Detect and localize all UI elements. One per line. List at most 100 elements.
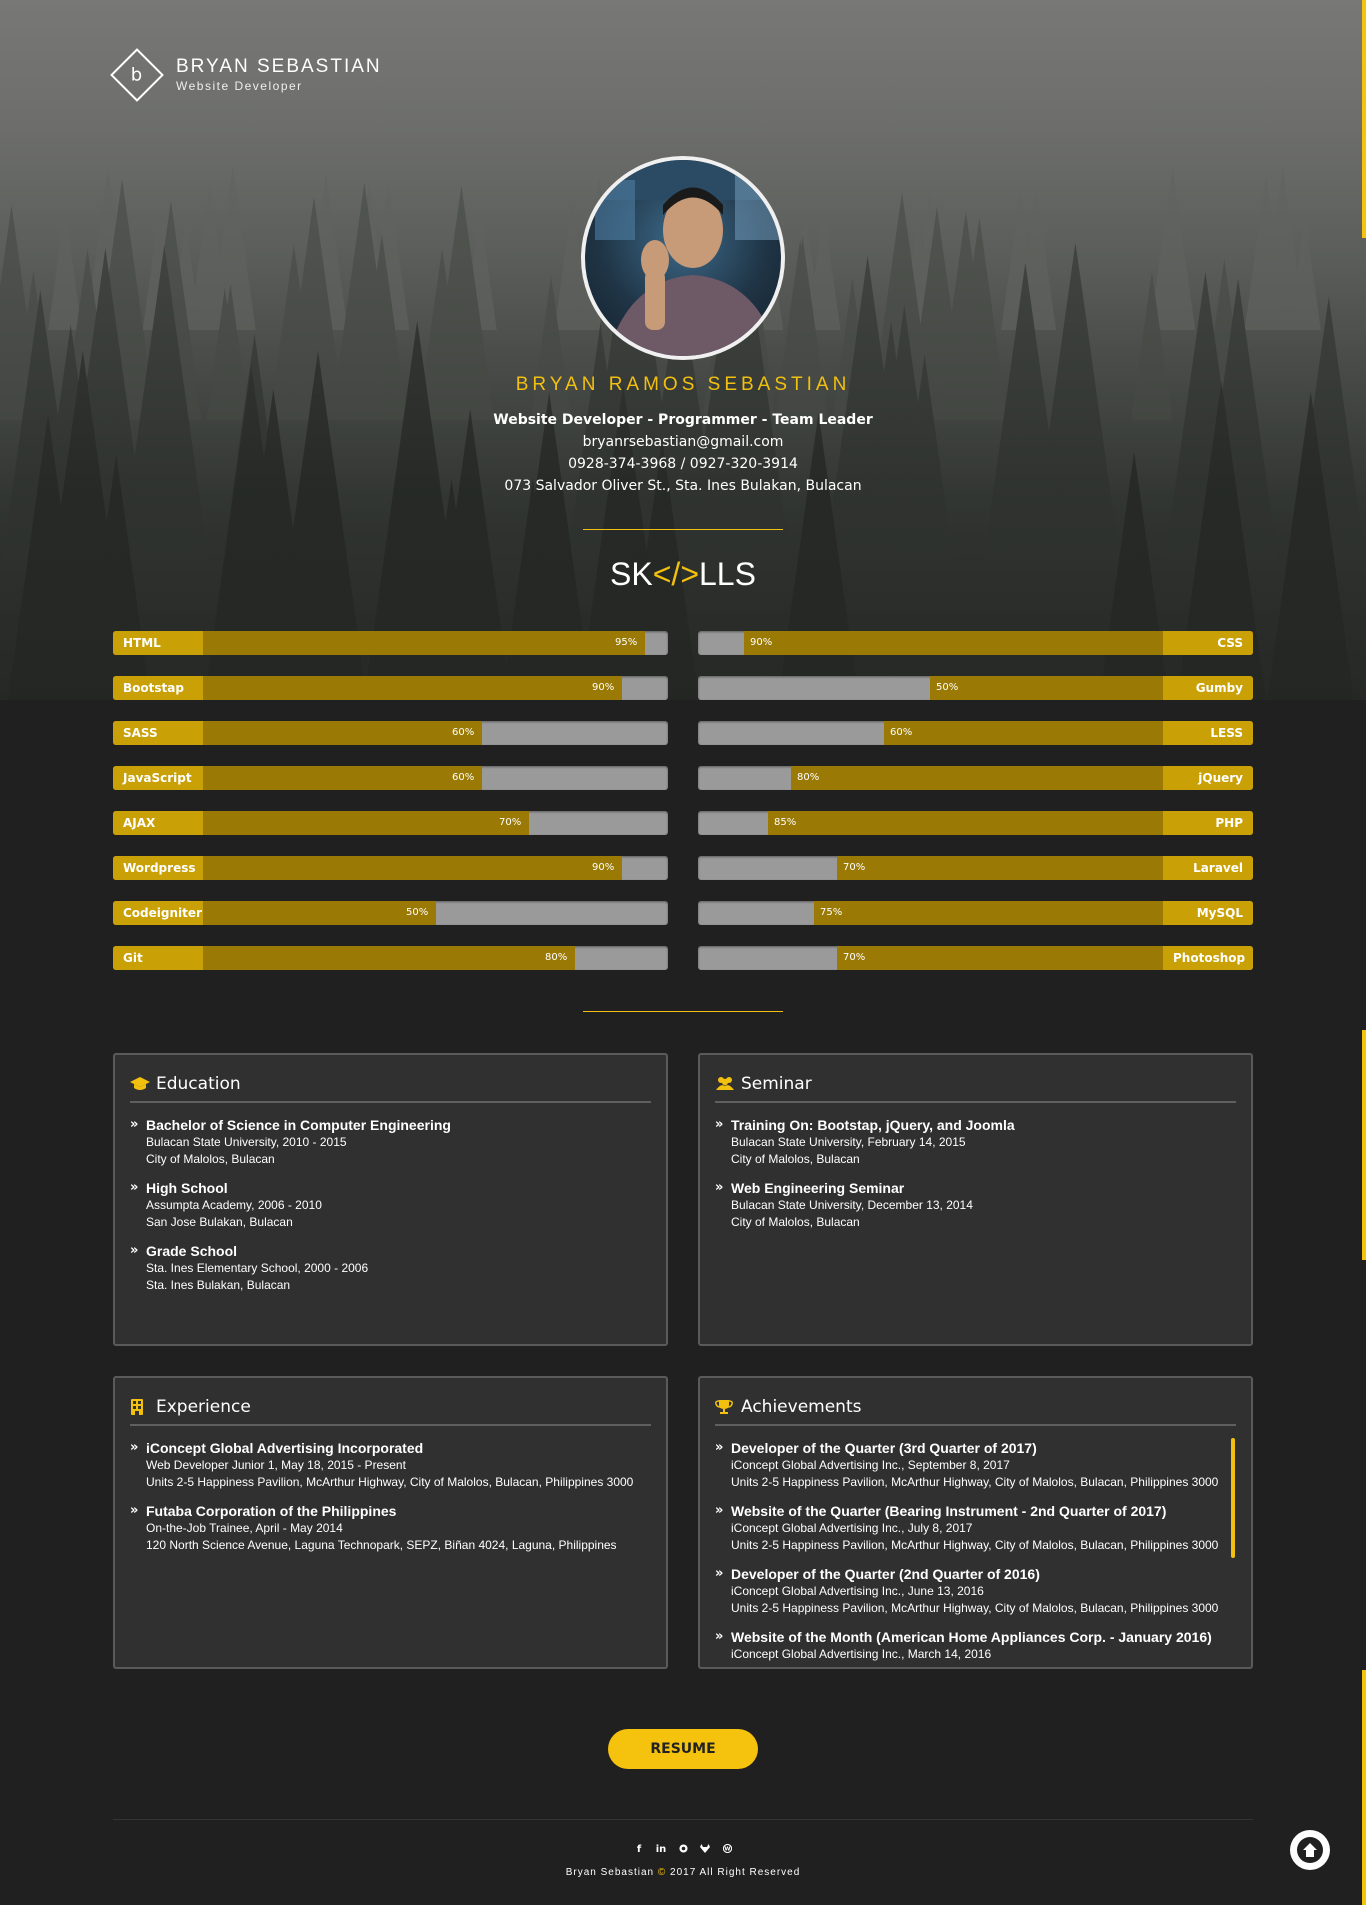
back-to-top-button[interactable]	[1290, 1830, 1330, 1870]
svg-text:W: W	[724, 1847, 730, 1853]
seminar-title: Seminar	[741, 1074, 812, 1094]
section-divider	[583, 529, 783, 530]
item-heading: Training On: Bootstap, jQuery, and Jooml…	[731, 1117, 1015, 1133]
skill-name: Photoshop	[1163, 946, 1253, 970]
list-item: » Website of the Month (American Home App…	[715, 1629, 1236, 1663]
item-heading: iConcept Global Advertising Incorporated	[146, 1440, 424, 1456]
github-icon[interactable]	[677, 1844, 689, 1856]
item-detail: Units 2-5 Happiness Pavilion, McArthur H…	[731, 1475, 1219, 1489]
skill-bar-php: PHP 85%	[698, 811, 1253, 835]
side-accent-bar	[1362, 0, 1366, 238]
list-item: » Web Engineering Seminar Bulacan State Un…	[715, 1180, 1236, 1231]
list-item: » iConcept Global Advertising Incorporate…	[130, 1440, 651, 1491]
skill-name: SASS	[113, 721, 203, 745]
item-detail: 120 North Science Avenue, Laguna Technop…	[146, 1538, 617, 1552]
item-detail: Units 2-5 Happiness Pavilion, McArthur H…	[731, 1601, 1219, 1615]
skill-bar-mysql: MySQL 75%	[698, 901, 1253, 925]
wordpress-icon[interactable]: W	[721, 1843, 733, 1856]
skill-percent: 70%	[499, 817, 522, 828]
item-detail: On-the-Job Trainee, April - May 2014	[146, 1521, 343, 1535]
skill-name: JavaScript	[113, 766, 203, 790]
logo-name: BRYAN SEBASTIAN	[176, 56, 382, 77]
building-icon	[130, 1397, 152, 1417]
item-heading: Web Engineering Seminar	[731, 1180, 905, 1196]
skill-bar-ajax: AJAX 70%	[113, 811, 668, 835]
list-item: » Bachelor of Science in Computer Enginee…	[130, 1117, 651, 1168]
profile-email[interactable]: bryanrsebastian@gmail.com	[0, 434, 1366, 450]
list-item: » Training On: Bootstap, jQuery, and Joom…	[715, 1117, 1236, 1168]
profile-title: Website Developer - Programmer - Team Le…	[493, 412, 873, 428]
double-chevron-right-icon: »	[715, 1117, 724, 1132]
skill-bar-jquery: jQuery 80%	[698, 766, 1253, 790]
skill-percent: 95%	[615, 637, 638, 648]
graduation-cap-icon	[130, 1074, 152, 1094]
skill-bar-css: CSS 90%	[698, 631, 1253, 655]
skill-percent: 90%	[750, 637, 773, 648]
users-icon	[715, 1074, 737, 1094]
skills-heading: SK</>LLS	[610, 556, 756, 592]
skill-percent: 90%	[592, 682, 615, 693]
item-detail: Sta. Ines Bulakan, Bulacan	[146, 1278, 291, 1292]
gitlab-icon[interactable]	[699, 1844, 711, 1856]
skill-percent: 50%	[936, 682, 959, 693]
item-heading: Grade School	[146, 1243, 238, 1259]
resume-button[interactable]: RESUME	[608, 1729, 758, 1769]
skill-name: MySQL	[1163, 901, 1253, 925]
facebook-icon[interactable]: f	[633, 1844, 645, 1856]
item-detail: Bulacan State University, December 13, 2…	[731, 1198, 973, 1212]
skill-name: AJAX	[113, 811, 203, 835]
skill-name: PHP	[1163, 811, 1253, 835]
list-item: » Website of the Quarter (Bearing Instrum…	[715, 1503, 1236, 1554]
footer-divider	[113, 1819, 1253, 1820]
skill-name: Gumby	[1163, 676, 1253, 700]
skill-percent: 60%	[890, 727, 913, 738]
copyright-text: Bryan Sebastian © 2017 All Right Reserve…	[565, 1867, 801, 1878]
logo-diamond-icon: b	[110, 48, 164, 102]
item-heading: Developer of the Quarter (2nd Quarter of…	[731, 1566, 1040, 1582]
double-chevron-right-icon: »	[715, 1440, 724, 1455]
education-card: Education » Bachelor of Science in Comput…	[113, 1053, 668, 1346]
double-chevron-right-icon: »	[715, 1503, 724, 1518]
side-accent-bar	[1362, 1030, 1366, 1260]
double-chevron-right-icon: »	[715, 1180, 724, 1195]
item-detail: iConcept Global Advertising Inc., June 1…	[731, 1584, 984, 1598]
double-chevron-right-icon: »	[130, 1503, 139, 1518]
skill-percent: 60%	[452, 727, 475, 738]
site-logo[interactable]: b BRYAN SEBASTIAN Website Developer	[110, 48, 382, 102]
skill-bar-less: LESS 60%	[698, 721, 1253, 745]
item-detail: Units 2-5 Happiness Pavilion, McArthur H…	[146, 1475, 634, 1489]
section-divider	[583, 1011, 783, 1012]
item-detail: Sta. Ines Elementary School, 2000 - 2006	[146, 1261, 369, 1275]
linkedin-icon[interactable]: in	[655, 1844, 667, 1856]
skill-percent: 80%	[545, 952, 568, 963]
skill-bar-photoshop: Photoshop 70%	[698, 946, 1253, 970]
achievements-scrollbar[interactable]	[1231, 1438, 1235, 1558]
profile-avatar	[581, 156, 785, 360]
skill-name: Laravel	[1163, 856, 1253, 880]
item-detail: City of Malolos, Bulacan	[731, 1215, 860, 1229]
skill-bar-sass: SASS 60%	[113, 721, 668, 745]
experience-card: Experience » iConcept Global Advertising …	[113, 1376, 668, 1669]
arrow-up-icon	[1297, 1837, 1323, 1863]
double-chevron-right-icon: »	[130, 1243, 139, 1258]
double-chevron-right-icon: »	[130, 1440, 139, 1455]
skill-bar-javascript: JavaScript 60%	[113, 766, 668, 790]
item-heading: High School	[146, 1180, 228, 1196]
item-detail: iConcept Global Advertising Inc., Septem…	[731, 1458, 1010, 1472]
item-heading: Futaba Corporation of the Philippines	[146, 1503, 397, 1519]
skill-name: LESS	[1163, 721, 1253, 745]
experience-title: Experience	[156, 1397, 251, 1417]
profile-full-name: BRYAN RAMOS SEBASTIAN	[515, 374, 851, 395]
list-item: » Developer of the Quarter (3rd Quarter o…	[715, 1440, 1236, 1491]
skill-bar-codeigniter: Codeigniter 50%	[113, 901, 668, 925]
skill-name: Git	[113, 946, 203, 970]
item-detail: City of Malolos, Bulacan	[731, 1152, 860, 1166]
skill-name: CSS	[1163, 631, 1253, 655]
item-detail: Bulacan State University, 2010 - 2015	[146, 1135, 347, 1149]
skill-bar-wordpress: Wordpress 90%	[113, 856, 668, 880]
double-chevron-right-icon: »	[715, 1629, 724, 1644]
trophy-icon	[715, 1397, 737, 1417]
skill-bar-gumby: Gumby 50%	[698, 676, 1253, 700]
seminar-card: Seminar » Training On: Bootstap, jQuery, …	[698, 1053, 1253, 1346]
item-detail: iConcept Global Advertising Inc., March …	[731, 1647, 992, 1661]
